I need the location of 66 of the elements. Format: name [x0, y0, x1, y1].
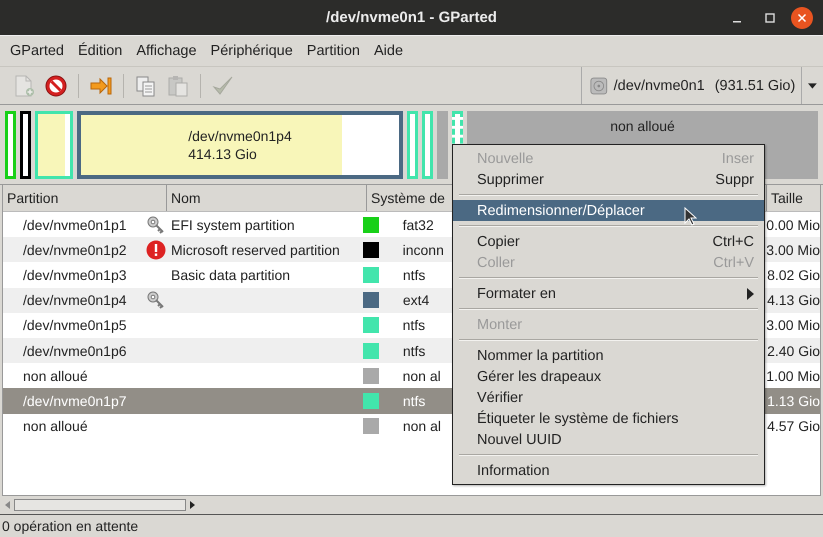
- filesystem-cell: non al: [402, 418, 442, 434]
- warning-icon: [146, 240, 166, 260]
- partition-cell: /dev/nvme0n1p3: [23, 266, 127, 283]
- column-header[interactable]: Taille: [767, 185, 819, 211]
- mouse-pointer-icon: [684, 207, 697, 227]
- delete-icon[interactable]: [44, 74, 68, 98]
- context-menu-item[interactable]: Étiqueter le système de fichiers: [453, 408, 764, 429]
- partition-cell: /dev/nvme0n1p2: [23, 242, 127, 258]
- partition-cell: /dev/nvme0n1p5: [23, 317, 127, 334]
- size-cell: 1.00 Mio: [766, 368, 820, 384]
- window-title: /dev/nvme0n1 - GParted: [326, 9, 497, 26]
- maximize-icon[interactable]: [764, 12, 776, 24]
- partition-cell: /dev/nvme0n1p6: [23, 342, 127, 359]
- context-menu-item[interactable]: Vérifier: [453, 387, 764, 408]
- size-cell: 4.13 Gio: [767, 292, 820, 308]
- key-icon: [146, 290, 166, 310]
- menu-item[interactable]: Aide: [374, 43, 404, 59]
- filesystem-cell: ntfs: [402, 266, 426, 283]
- context-menu-item[interactable]: Nouvel UUID: [453, 429, 764, 450]
- filesystem-cell: fat32: [402, 216, 434, 233]
- key-icon: [146, 214, 166, 235]
- context-menu-item[interactable]: Redimensionner/Déplacer: [453, 200, 764, 221]
- status-text: 0 opération en attente: [2, 518, 138, 534]
- partition-cell: /dev/nvme0n1p4: [23, 292, 127, 308]
- size-cell: 1.13 Gio: [767, 392, 820, 409]
- filesystem-cell: ntfs: [402, 342, 426, 359]
- filesystem-cell: ntfs: [402, 392, 426, 409]
- filesystem-cell: inconn: [402, 242, 444, 258]
- name-cell: Microsoft reserved partition: [171, 242, 340, 258]
- menu-item[interactable]: Affichage: [136, 43, 197, 59]
- scrollbar-thumb[interactable]: [14, 498, 186, 510]
- partition-segment[interactable]: [20, 111, 31, 179]
- context-menu-item[interactable]: Supprimer Suppr: [453, 169, 764, 190]
- size-cell: 3.00 Mio: [766, 242, 820, 258]
- context-menu-item[interactable]: Information: [453, 460, 764, 481]
- filesystem-cell: ext4: [402, 292, 430, 308]
- context-menu-item[interactable]: Nommer la partition: [453, 345, 764, 366]
- menu-item[interactable]: Partition: [306, 43, 360, 59]
- partition-size: 414.13 Gio: [188, 145, 258, 163]
- partition-cell: non alloué: [23, 418, 88, 434]
- menu-item[interactable]: GParted: [10, 43, 64, 59]
- filesystem-cell: non al: [402, 368, 441, 384]
- column-header[interactable]: Partition: [3, 185, 167, 211]
- context-menu-item[interactable]: Gérer les drapeaux: [453, 366, 764, 387]
- column-header[interactable]: Nom: [167, 185, 367, 211]
- size-cell: 8.02 Gio: [767, 266, 820, 283]
- name-cell: EFI system partition: [171, 216, 295, 233]
- dropdown-arrow-icon[interactable]: [808, 82, 817, 88]
- partition-name: /dev/nvme0n1p4: [188, 127, 292, 145]
- filesystem-cell: ntfs: [402, 317, 426, 334]
- partition-cell: /dev/nvme0n1p7: [23, 392, 127, 409]
- menu-item[interactable]: Périphérique: [210, 43, 293, 59]
- size-cell: 3.00 Mio: [766, 317, 820, 334]
- menu-item[interactable]: Édition: [78, 43, 122, 59]
- name-cell: Basic data partition: [171, 266, 290, 283]
- size-cell: 0.00 Mio: [766, 216, 820, 233]
- partition-segment[interactable]: /dev/nvme0n1p4 414.13 Gio: [77, 111, 403, 179]
- context-menu-item[interactable]: Copier Ctrl+C: [453, 231, 764, 252]
- size-cell: 2.40 Gio: [767, 342, 820, 359]
- submenu-arrow-icon: [747, 288, 754, 300]
- close-icon[interactable]: [791, 7, 813, 29]
- partition-cell: non alloué: [23, 368, 88, 384]
- segment-label: non alloué: [610, 118, 675, 134]
- context-menu-item[interactable]: Formater en: [453, 283, 764, 304]
- partition-cell: /dev/nvme0n1p1: [23, 216, 127, 233]
- size-cell: 4.57 Gio: [767, 418, 820, 434]
